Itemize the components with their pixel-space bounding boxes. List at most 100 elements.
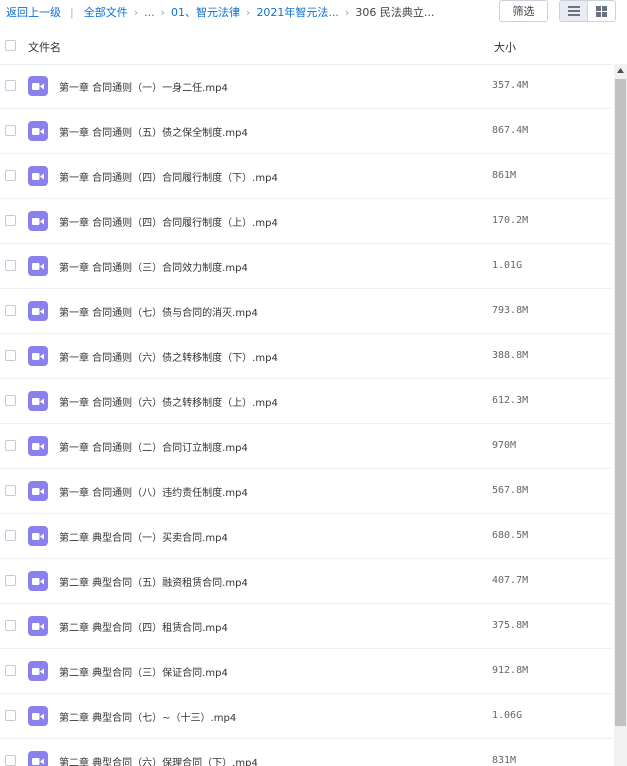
file-row[interactable]: 第二章 典型合同（一）买卖合同.mp4 680.5M <box>0 514 612 559</box>
file-row[interactable]: 第一章 合同通则（一）一身二任.mp4 357.4M <box>0 64 612 109</box>
file-row[interactable]: 第一章 合同通则（六）债之转移制度（上）.mp4 612.3M <box>0 379 612 424</box>
file-row[interactable]: 第一章 合同通则（七）债与合同的消灭.mp4 793.8M <box>0 289 612 334</box>
file-name[interactable]: 第一章 合同通则（八）违约责任制度.mp4 <box>59 484 248 499</box>
file-name[interactable]: 第二章 典型合同（七）~（十三）.mp4 <box>59 709 236 724</box>
file-row[interactable]: 第二章 典型合同（四）租赁合同.mp4 375.8M <box>0 604 612 649</box>
file-checkbox[interactable] <box>5 710 16 721</box>
top-bar: 返回上一级 | 全部文件 › ... › 01、智元法律 › 2021年智元法.… <box>0 0 627 26</box>
file-checkbox[interactable] <box>5 260 16 271</box>
file-name[interactable]: 第一章 合同通则（三）合同效力制度.mp4 <box>59 259 248 274</box>
file-checkbox[interactable] <box>5 485 16 496</box>
chevron-right-icon: › <box>160 5 166 19</box>
file-checkbox[interactable] <box>5 755 16 766</box>
column-header-size[interactable]: 大小 <box>494 39 516 55</box>
file-size: 612.3M <box>492 395 529 406</box>
video-file-icon <box>28 571 48 591</box>
file-checkbox[interactable] <box>5 395 16 406</box>
file-size: 970M <box>492 440 517 451</box>
file-list: 第一章 合同通则（一）一身二任.mp4 357.4M 第一章 合同通则（五）债之保全… <box>0 64 612 766</box>
file-name[interactable]: 第二章 典型合同（一）买卖合同.mp4 <box>59 529 228 544</box>
column-header-name[interactable]: 文件名 <box>28 39 61 55</box>
file-size: 567.8M <box>492 485 529 496</box>
file-name[interactable]: 第一章 合同通则（七）债与合同的消灭.mp4 <box>59 304 258 319</box>
file-size: 357.4M <box>492 80 529 91</box>
breadcrumb-all-files[interactable]: 全部文件 <box>84 4 128 20</box>
file-row[interactable]: 第一章 合同通则（三）合同效力制度.mp4 1.01G <box>0 244 612 289</box>
file-name[interactable]: 第一章 合同通则（一）一身二任.mp4 <box>59 79 228 94</box>
file-size: 375.8M <box>492 620 529 631</box>
file-size: 1.01G <box>492 260 523 271</box>
video-file-icon <box>28 346 48 366</box>
grid-view-button[interactable] <box>588 1 615 21</box>
video-file-icon <box>28 706 48 726</box>
file-checkbox[interactable] <box>5 530 16 541</box>
video-file-icon <box>28 391 48 411</box>
breadcrumb-folder-2[interactable]: 2021年智元法... <box>256 4 338 20</box>
file-name[interactable]: 第一章 合同通则（六）债之转移制度（下）.mp4 <box>59 349 278 364</box>
file-name[interactable]: 第一章 合同通则（六）债之转移制度（上）.mp4 <box>59 394 278 409</box>
file-name[interactable]: 第二章 典型合同（五）融资租赁合同.mp4 <box>59 574 248 589</box>
file-size: 407.7M <box>492 575 529 586</box>
video-file-icon <box>28 616 48 636</box>
file-row[interactable]: 第二章 典型合同（七）~（十三）.mp4 1.06G <box>0 694 612 739</box>
file-browser: 返回上一级 | 全部文件 › ... › 01、智元法律 › 2021年智元法.… <box>0 0 627 766</box>
file-checkbox[interactable] <box>5 305 16 316</box>
file-checkbox[interactable] <box>5 350 16 361</box>
file-row[interactable]: 第一章 合同通则（二）合同订立制度.mp4 970M <box>0 424 612 469</box>
grid-view-icon <box>596 5 607 17</box>
file-row[interactable]: 第一章 合同通则（四）合同履行制度（上）.mp4 170.2M <box>0 199 612 244</box>
file-name[interactable]: 第二章 典型合同（四）租赁合同.mp4 <box>59 619 228 634</box>
file-name[interactable]: 第一章 合同通则（四）合同履行制度（上）.mp4 <box>59 214 278 229</box>
file-checkbox[interactable] <box>5 170 16 181</box>
video-file-icon <box>28 211 48 231</box>
file-name[interactable]: 第一章 合同通则（四）合同履行制度（下）.mp4 <box>59 169 278 184</box>
file-row[interactable]: 第一章 合同通则（六）债之转移制度（下）.mp4 388.8M <box>0 334 612 379</box>
video-file-icon <box>28 256 48 276</box>
video-file-icon <box>28 121 48 141</box>
file-name[interactable]: 第二章 典型合同（三）保证合同.mp4 <box>59 664 228 679</box>
file-size: 680.5M <box>492 530 529 541</box>
file-name[interactable]: 第一章 合同通则（五）债之保全制度.mp4 <box>59 124 248 139</box>
view-toggle <box>559 0 616 22</box>
file-row[interactable]: 第一章 合同通则（八）违约责任制度.mp4 567.8M <box>0 469 612 514</box>
video-file-icon <box>28 166 48 186</box>
file-size: 793.8M <box>492 305 529 316</box>
file-checkbox[interactable] <box>5 125 16 136</box>
video-file-icon <box>28 301 48 321</box>
file-size: 388.8M <box>492 350 529 361</box>
file-list-header: 文件名 大小 <box>0 28 612 65</box>
video-file-icon <box>28 481 48 501</box>
chevron-right-icon: › <box>133 5 139 19</box>
file-checkbox[interactable] <box>5 665 16 676</box>
list-view-button[interactable] <box>560 1 588 21</box>
file-checkbox[interactable] <box>5 575 16 586</box>
file-size: 867.4M <box>492 125 529 136</box>
file-size: 1.06G <box>492 710 523 721</box>
file-checkbox[interactable] <box>5 215 16 226</box>
file-name[interactable]: 第二章 典型合同（六）保理合同（下）.mp4 <box>59 754 258 766</box>
scroll-up-arrow-icon[interactable] <box>614 64 627 77</box>
file-checkbox[interactable] <box>5 80 16 91</box>
breadcrumb-folder-1[interactable]: 01、智元法律 <box>171 4 240 20</box>
chevron-right-icon: › <box>344 5 350 19</box>
video-file-icon <box>28 661 48 681</box>
video-file-icon <box>28 436 48 456</box>
breadcrumb-ellipsis[interactable]: ... <box>144 6 155 19</box>
file-row[interactable]: 第二章 典型合同（六）保理合同（下）.mp4 831M <box>0 739 612 766</box>
filter-button[interactable]: 筛选 <box>499 0 548 22</box>
file-row[interactable]: 第一章 合同通则（四）合同履行制度（下）.mp4 861M <box>0 154 612 199</box>
file-row[interactable]: 第一章 合同通则（五）债之保全制度.mp4 867.4M <box>0 109 612 154</box>
scrollbar-thumb[interactable] <box>615 79 626 726</box>
breadcrumb-divider: | <box>70 5 74 19</box>
file-size: 170.2M <box>492 215 529 226</box>
file-checkbox[interactable] <box>5 620 16 631</box>
file-checkbox[interactable] <box>5 440 16 451</box>
vertical-scrollbar[interactable] <box>614 64 627 766</box>
chevron-right-icon: › <box>246 5 251 19</box>
select-all-checkbox[interactable] <box>5 40 16 51</box>
file-row[interactable]: 第二章 典型合同（三）保证合同.mp4 912.8M <box>0 649 612 694</box>
file-row[interactable]: 第二章 典型合同（五）融资租赁合同.mp4 407.7M <box>0 559 612 604</box>
file-name[interactable]: 第一章 合同通则（二）合同订立制度.mp4 <box>59 439 248 454</box>
video-file-icon <box>28 526 48 546</box>
back-link[interactable]: 返回上一级 <box>6 4 61 20</box>
